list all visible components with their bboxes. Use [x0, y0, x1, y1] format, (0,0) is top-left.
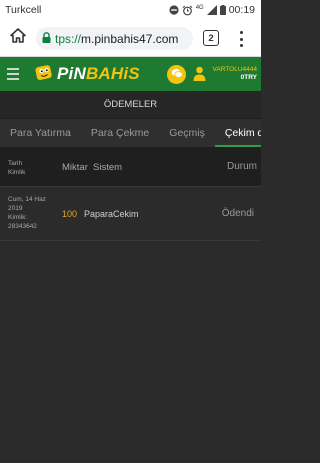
table-header: Tarih Kimlik Miktar Sistem Durum — [0, 147, 261, 187]
row-id-value: 28343642 — [8, 223, 37, 230]
account-balance: 0TRY — [240, 74, 257, 81]
do-not-disturb-icon — [169, 5, 179, 15]
row-date-line1: Cum, 14 Haz — [8, 196, 46, 203]
menu-dot-icon — [239, 31, 243, 34]
table-row[interactable]: Cum, 14 Haz 2019 Kimlik: 28343642 100 Pa… — [0, 187, 261, 241]
browser-menu-button[interactable] — [234, 29, 248, 49]
home-button[interactable] — [3, 20, 33, 57]
chat-bubble-icon — [171, 66, 183, 84]
signal-icon — [206, 5, 217, 15]
user-icon[interactable] — [193, 66, 206, 86]
carrier-label: Turkcell — [5, 4, 42, 16]
site-logo[interactable]: PiNBAHiS — [34, 63, 140, 85]
screen: Turkcell 4G 00:19 tps://m.pinbahis47.com… — [0, 0, 261, 463]
alarm-icon — [182, 5, 193, 16]
header-id: Kimlik — [8, 169, 26, 176]
header-date: Tarih — [8, 160, 23, 167]
logo-mascot-icon — [34, 62, 54, 87]
url-scheme: tps:// — [55, 31, 82, 46]
browser-toolbar: tps://m.pinbahis47.com 2 — [0, 20, 261, 57]
row-amount: 100 — [62, 209, 78, 219]
hamburger-menu-icon[interactable] — [7, 68, 19, 80]
header-amount: Miktar — [62, 162, 88, 173]
tab-deposit[interactable]: Para Yatırma — [0, 119, 81, 147]
site-header: PiNBAHiS VARTOLU4444 0TRY — [0, 57, 261, 91]
logo-suffix: BAHiS — [85, 64, 140, 83]
tab-history[interactable]: Geçmiş — [159, 119, 215, 147]
header-status: Durum — [226, 161, 257, 172]
lock-icon — [42, 31, 51, 46]
tab-switcher-button[interactable]: 2 — [203, 30, 219, 46]
row-date-id: Cum, 14 Haz 2019 Kimlik: 28343642 — [8, 195, 60, 231]
url-host: m.pinbahis47.com — [81, 31, 179, 46]
row-date-line2: 2019 — [8, 205, 23, 212]
tab-withdraw[interactable]: Para Çekme — [81, 119, 159, 147]
row-status: Ödendi — [221, 208, 254, 219]
payment-tabs: Para Yatırma Para Çekme Geçmiş Çekim du — [0, 119, 261, 147]
menu-dot-icon — [239, 37, 243, 41]
username: VARTOLU4444 — [212, 66, 257, 73]
row-system: PaparaCekim — [84, 209, 139, 219]
header-system: Sistem — [93, 162, 123, 173]
user-account-box[interactable]: VARTOLU4444 0TRY — [213, 66, 257, 82]
address-bar[interactable]: tps://m.pinbahis47.com — [36, 27, 193, 50]
page-title: ÖDEMELER — [0, 91, 261, 119]
clock: 00:19 — [228, 4, 255, 16]
status-icons: 4G 00:19 — [169, 4, 255, 16]
status-bar: Turkcell 4G 00:19 — [0, 0, 261, 20]
row-id-label: Kimlik: — [8, 214, 28, 221]
header-date-id: Tarih Kimlik — [8, 159, 53, 177]
menu-dot-icon — [239, 44, 243, 47]
home-icon — [10, 28, 26, 48]
network-type-label: 4G — [195, 4, 204, 11]
live-chat-button[interactable] — [167, 65, 186, 84]
battery-icon — [219, 5, 226, 15]
tab-withdrawal-status[interactable]: Çekim du — [214, 119, 261, 147]
logo-prefix: PiN — [57, 64, 86, 83]
withdrawals-table: Tarih Kimlik Miktar Sistem Durum Cum, 14… — [0, 147, 261, 463]
